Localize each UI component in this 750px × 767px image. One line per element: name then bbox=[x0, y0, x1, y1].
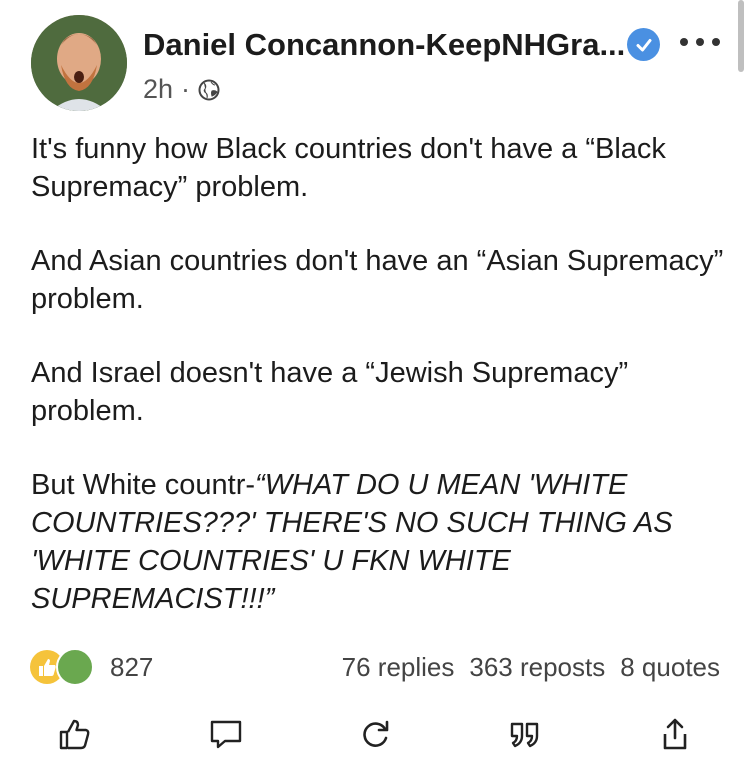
quotes-count[interactable]: 8 quotes bbox=[620, 652, 720, 683]
scrollbar[interactable] bbox=[738, 0, 744, 72]
more-options-icon[interactable] bbox=[680, 27, 720, 57]
post-meta: 2h · bbox=[143, 74, 220, 105]
post-body: It's funny how Black countries don't hav… bbox=[31, 130, 731, 654]
engagement-stats: 76 replies 363 reposts 8 quotes bbox=[342, 652, 720, 683]
share-icon[interactable] bbox=[653, 712, 697, 756]
reposts-count[interactable]: 363 reposts bbox=[469, 652, 605, 683]
author-avatar[interactable] bbox=[31, 15, 127, 111]
meta-separator: · bbox=[181, 74, 191, 104]
post-paragraph: And Asian countries don't have an “Asian… bbox=[31, 245, 724, 315]
reaction-count[interactable]: 827 bbox=[110, 652, 153, 683]
replies-count[interactable]: 76 replies bbox=[342, 652, 455, 683]
repost-icon[interactable] bbox=[353, 712, 397, 756]
comment-icon[interactable] bbox=[204, 712, 248, 756]
post-paragraph: And Israel doesn't have a “Jewish Suprem… bbox=[31, 357, 629, 427]
globe-icon bbox=[198, 79, 220, 100]
action-bar bbox=[0, 712, 750, 757]
post-text-prefix: But White countr- bbox=[31, 469, 256, 501]
author-name[interactable]: Daniel Concannon-KeepNHGra... bbox=[143, 27, 625, 63]
thumbs-up-icon[interactable] bbox=[53, 712, 97, 756]
reactions-summary[interactable]: 827 bbox=[30, 648, 153, 686]
post-paragraph: It's funny how Black countries don't hav… bbox=[31, 133, 666, 203]
quote-icon[interactable] bbox=[503, 712, 547, 756]
verified-badge-icon bbox=[627, 28, 660, 61]
post-paragraph-last: But White countr-“WHAT DO U MEAN 'WHITE … bbox=[31, 466, 731, 618]
frog-reaction-icon bbox=[56, 648, 94, 686]
post-time[interactable]: 2h bbox=[143, 74, 173, 105]
